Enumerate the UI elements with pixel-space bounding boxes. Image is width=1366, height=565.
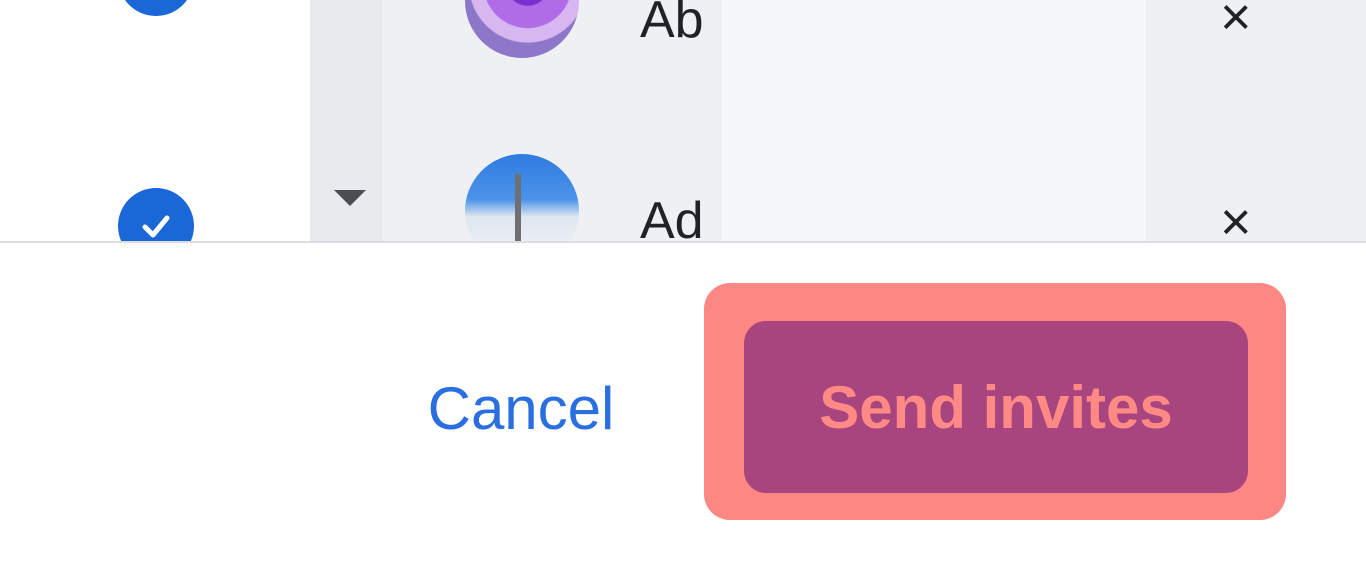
- checkmark-icon: [142, 215, 170, 238]
- checkbox-row-2[interactable]: [118, 188, 194, 242]
- name-column: [722, 0, 1146, 242]
- send-invites-button[interactable]: Send invites: [744, 321, 1248, 493]
- send-invites-highlight: Send invites: [704, 283, 1286, 520]
- close-icon[interactable]: ×: [1220, 195, 1252, 242]
- close-icon[interactable]: ×: [1220, 0, 1252, 44]
- user-name: Ad: [640, 195, 704, 242]
- footer-divider: [0, 241, 1366, 243]
- checkbox-row-1[interactable]: [118, 0, 194, 16]
- role-dropdown[interactable]: [330, 186, 370, 210]
- caret-down-icon: [334, 190, 366, 206]
- cancel-button[interactable]: Cancel: [396, 366, 646, 450]
- user-name: Ab: [640, 0, 704, 46]
- invite-list: Ab × Ad ×: [0, 0, 1366, 242]
- invite-dialog: Ab × Ad × Cancel Send invites: [0, 0, 1366, 565]
